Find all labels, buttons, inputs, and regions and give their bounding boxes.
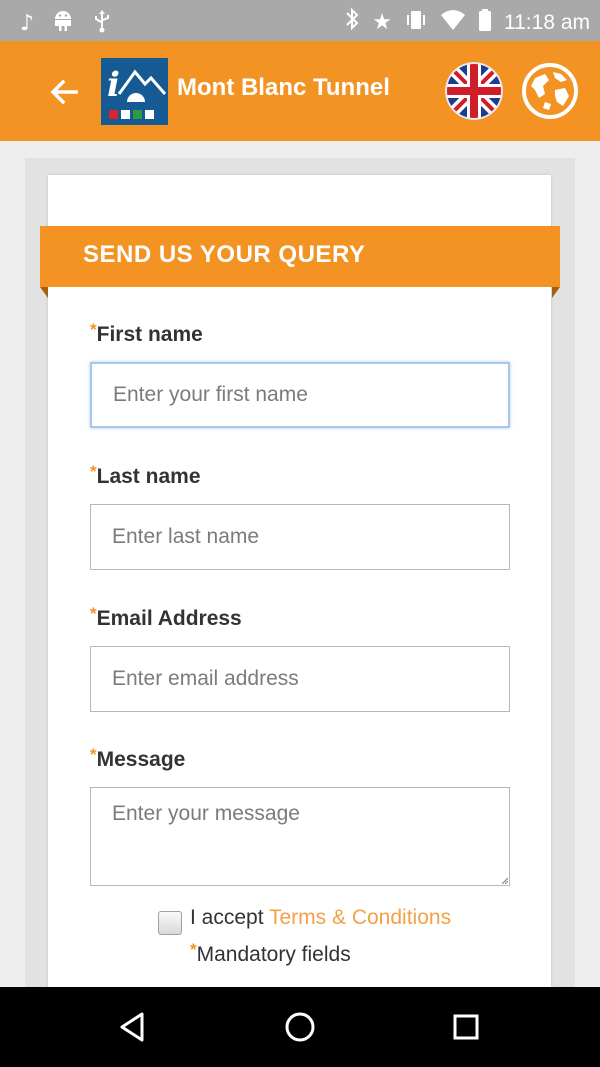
last-name-label-text: Last name — [96, 465, 201, 488]
resize-grip-icon[interactable] — [502, 878, 508, 884]
uk-flag-icon — [445, 62, 503, 120]
triangle-back-icon — [120, 1012, 144, 1042]
required-mark: * — [90, 462, 97, 481]
terms-link[interactable]: Terms & Conditions — [269, 906, 451, 929]
accept-terms-text: I accept Terms & Conditions — [190, 906, 451, 930]
wifi-icon — [440, 9, 466, 36]
star-icon: ★ — [372, 9, 392, 35]
required-mark: * — [90, 320, 97, 339]
message-label: *Message — [90, 745, 185, 772]
required-mark: * — [190, 940, 197, 959]
globe-icon — [522, 63, 578, 119]
nav-home-button[interactable] — [280, 1007, 320, 1047]
app-logo: i — [101, 58, 168, 125]
logo-letter: i — [107, 65, 120, 105]
email-input[interactable] — [90, 646, 510, 712]
bluetooth-icon — [344, 7, 360, 38]
square-recents-icon — [453, 1014, 479, 1040]
vibrate-icon — [404, 8, 428, 37]
globe-button[interactable] — [521, 62, 579, 120]
battery-icon — [478, 8, 492, 37]
ribbon-fold-left — [40, 287, 48, 298]
email-label: *Email Address — [90, 604, 242, 631]
back-button[interactable] — [44, 72, 84, 112]
arrow-left-icon — [50, 79, 78, 105]
app-bar: i Mont Blanc Tunnel — [0, 41, 600, 141]
mandatory-note-text: Mandatory fields — [196, 943, 351, 966]
app-title: Mont Blanc Tunnel — [177, 74, 390, 101]
language-button[interactable] — [445, 62, 503, 120]
mandatory-note: *Mandatory fields — [190, 940, 351, 967]
email-label-text: Email Address — [96, 607, 242, 630]
status-time: 11:18 am — [504, 10, 590, 34]
required-mark: * — [90, 604, 97, 623]
music-note-icon: ♪ — [20, 10, 35, 36]
first-name-label: *First name — [90, 320, 203, 347]
message-textarea[interactable] — [90, 787, 510, 886]
usb-icon — [92, 8, 112, 39]
ribbon-fold-right — [552, 287, 560, 298]
navigation-bar — [0, 987, 600, 1067]
required-mark: * — [90, 745, 97, 764]
form-header-ribbon: SEND US YOUR QUERY — [40, 226, 560, 287]
nav-back-button[interactable] — [113, 1007, 153, 1047]
form-heading: SEND US YOUR QUERY — [83, 241, 366, 268]
message-label-text: Message — [96, 748, 186, 771]
accept-terms-checkbox[interactable] — [158, 911, 182, 935]
circle-home-icon — [285, 1012, 315, 1042]
android-icon — [52, 9, 74, 38]
accept-prefix: I accept — [190, 906, 269, 929]
last-name-label: *Last name — [90, 462, 201, 489]
nav-recents-button[interactable] — [446, 1007, 486, 1047]
first-name-label-text: First name — [96, 323, 203, 346]
last-name-input[interactable] — [90, 504, 510, 570]
first-name-input[interactable] — [90, 362, 510, 428]
status-bar: ♪ ★ 11:18 am — [0, 0, 600, 41]
